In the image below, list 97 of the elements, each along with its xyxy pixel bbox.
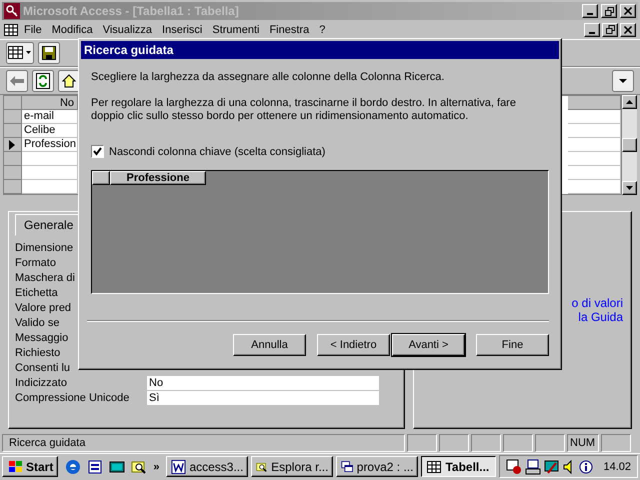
property-field[interactable]: No [147, 376, 379, 390]
menu-item[interactable]: Modifica [48, 24, 97, 36]
property-field[interactable]: Sì [147, 390, 379, 404]
status-indicator: NUM [567, 434, 599, 452]
taskbar-button[interactable]: access3... [166, 456, 248, 477]
property-label: Etichetta [15, 286, 59, 298]
table-icon [4, 24, 18, 36]
table-cell [568, 152, 621, 166]
close-icon [624, 7, 632, 15]
document-restore-button[interactable] [602, 22, 618, 36]
document-minimize-button[interactable] [584, 22, 600, 36]
windows-stack-icon [341, 458, 354, 474]
menu-item[interactable]: Finestra [265, 24, 314, 36]
wizard-button[interactable]: Fine [476, 334, 549, 356]
menu-item[interactable]: File [20, 24, 46, 36]
caret-icon [619, 79, 627, 83]
property-label: Valido se [15, 316, 60, 328]
scroll-down-button[interactable] [622, 181, 637, 195]
browser-e-icon [65, 458, 82, 474]
key-icon [4, 3, 20, 19]
dropdown-button[interactable] [612, 70, 634, 92]
column-header[interactable]: Professione [110, 171, 206, 185]
wizard-button[interactable]: Annulla [233, 334, 306, 356]
status-panel [439, 434, 469, 452]
table-cell [568, 138, 621, 152]
check-icon [93, 147, 102, 156]
scroll-thumb[interactable] [622, 138, 637, 152]
refresh-button[interactable] [32, 70, 54, 92]
menu-item[interactable]: ? [315, 24, 330, 36]
status-panel [471, 434, 501, 452]
left-arrow-icon [10, 76, 24, 86]
property-label: Formato [15, 256, 57, 268]
down-arrow-icon [626, 186, 633, 190]
home-button[interactable] [58, 70, 80, 92]
view-button[interactable] [6, 42, 34, 64]
menu-item[interactable]: Inserisci [158, 24, 206, 36]
property-label: Maschera di [15, 272, 76, 284]
table-icon [426, 458, 442, 474]
refresh-icon [36, 73, 50, 89]
current-record-icon [8, 140, 14, 150]
scheduler-icon [506, 458, 522, 474]
status-panel [601, 434, 631, 452]
instructions-text: Per regolare la larghezza di una colonna, trascinarne il bordo destro. In alternativa, fare doppio clic sullo stesso bordo per ottenere un ridimensionamento automatico. [91, 97, 517, 123]
table-cell [568, 124, 621, 138]
help-text: o di valori [572, 296, 623, 310]
channels-icon [87, 458, 104, 474]
property-label: Valore pred [15, 302, 72, 314]
scroll-up-button[interactable] [622, 95, 637, 109]
display-icon [544, 458, 560, 474]
restore-icon [606, 25, 614, 34]
checkbox[interactable] [91, 145, 104, 158]
monitor-icon [109, 458, 126, 474]
row-selector[interactable] [4, 138, 22, 152]
back-button[interactable] [6, 70, 28, 92]
more-button[interactable]: » [153, 460, 160, 472]
status-panel [407, 434, 437, 452]
info-icon [578, 458, 594, 474]
minimize-icon [589, 32, 595, 34]
menu-item[interactable]: Visualizza [98, 24, 156, 36]
table-cell [568, 110, 621, 124]
magnifier-folder-icon [131, 458, 148, 474]
save-button[interactable] [38, 42, 60, 64]
property-label: Indicizzato [15, 376, 68, 388]
wizard-button[interactable]: Avanti > [392, 334, 465, 356]
intro-text: Scegliere la larghezza da assegnare alle colonne della Colonna Ricerca. [91, 71, 446, 84]
clock: 14.02 [602, 460, 631, 472]
status-panel [503, 434, 533, 452]
dialog-title: Ricerca guidata [81, 41, 559, 59]
network-icon [525, 458, 542, 474]
close-icon [624, 26, 632, 34]
property-label: Compressione Unicode [15, 392, 130, 404]
property-label: Messaggio [15, 332, 70, 344]
status-text: Ricerca guidata [2, 434, 405, 452]
taskbar-button[interactable]: prova2 : ... [336, 456, 418, 477]
wizard-button[interactable]: < Indietro [317, 334, 390, 356]
windows-flag-icon [7, 460, 23, 474]
help-text: la Guida [578, 310, 623, 324]
taskbar-button[interactable]: Tabell... [421, 456, 496, 477]
house-icon [62, 74, 76, 88]
table-cell [568, 180, 621, 194]
minimize-icon [587, 13, 593, 15]
up-arrow-icon [626, 100, 633, 104]
document-w-icon [171, 458, 186, 474]
property-label: Dimensione [15, 242, 74, 254]
table-cell [568, 166, 621, 180]
column-header[interactable]: No [22, 96, 78, 110]
menu-item[interactable]: Strumenti [208, 24, 264, 36]
property-label: Richiesto [15, 346, 62, 358]
document-close-button[interactable] [620, 22, 636, 36]
checkbox-label[interactable]: Nascondi colonna chiave (scelta consigliata) [109, 146, 326, 158]
status-panel [535, 434, 565, 452]
scroll-bar[interactable] [622, 95, 637, 195]
taskbar-button[interactable]: Esplora r... [251, 456, 334, 477]
table-icon [8, 46, 32, 60]
start-button[interactable]: Start [2, 456, 58, 477]
restore-icon [604, 6, 614, 16]
property-label: Consenti lu [15, 362, 72, 374]
